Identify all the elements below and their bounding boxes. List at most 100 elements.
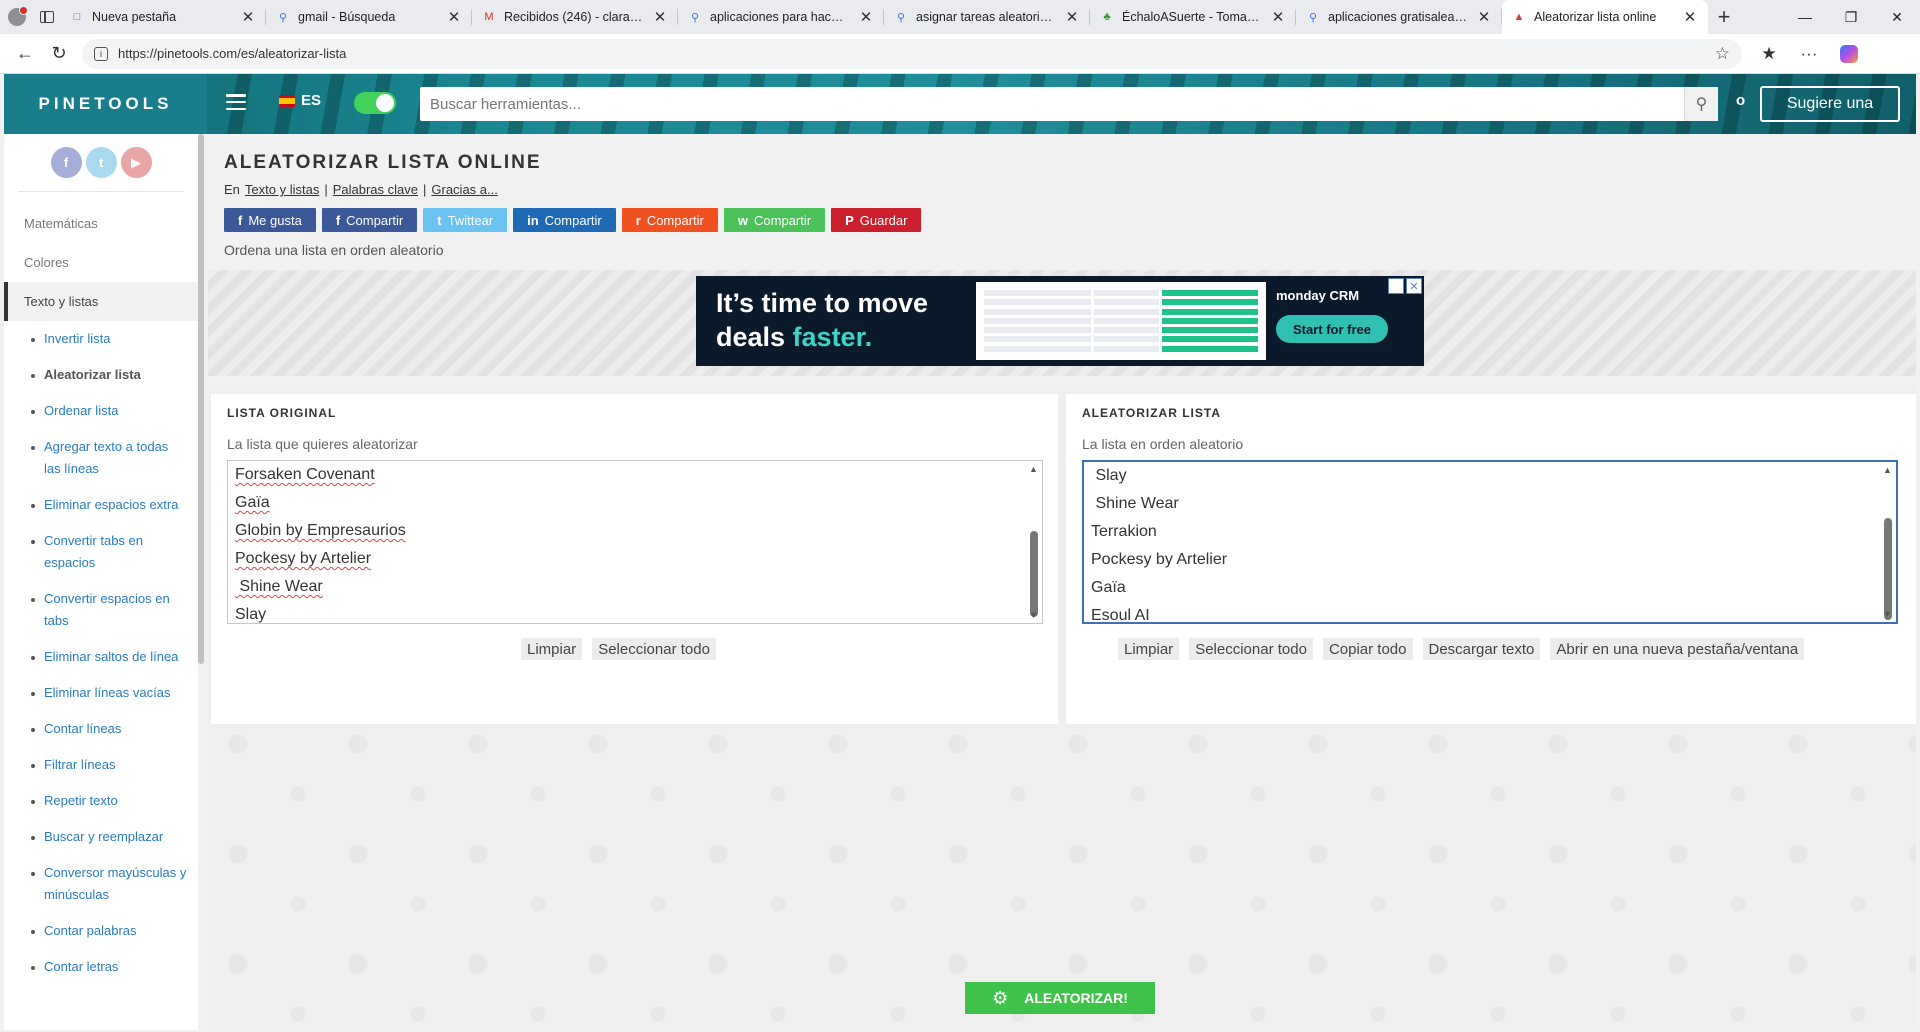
tab-close-icon[interactable]: ✕ <box>858 8 874 26</box>
facebook-icon[interactable]: f <box>50 147 82 178</box>
tab-close-icon[interactable]: ✕ <box>446 8 462 26</box>
search-input[interactable] <box>420 87 1684 121</box>
scroll-up-icon[interactable]: ▲ <box>1029 464 1038 474</box>
breadcrumb-palabras-clave[interactable]: Palabras clave <box>333 182 418 197</box>
original-list-scrollbar[interactable]: ▲ ▼ <box>1026 461 1042 623</box>
language-selector[interactable]: ES <box>279 92 321 109</box>
sidebar-item[interactable]: Eliminar saltos de línea <box>4 639 198 675</box>
panel-button[interactable]: Seleccionar todo <box>592 638 716 660</box>
favorites-icon[interactable]: ★ <box>1752 37 1786 71</box>
new-tab-button[interactable]: + <box>1708 1 1740 33</box>
ad-cta-button[interactable]: Start for free <box>1276 315 1388 343</box>
browser-tab[interactable]: ▲ Aleatorizar lista online ✕ <box>1502 0 1708 34</box>
panel-button[interactable]: Abrir en una nueva pestaña/ventana <box>1550 638 1805 660</box>
tab-close-icon[interactable]: ✕ <box>1476 8 1492 26</box>
sidebar-item[interactable]: Eliminar espacios extra <box>4 487 198 523</box>
sidebar-item[interactable]: Contar líneas <box>4 711 198 747</box>
tab-close-icon[interactable]: ✕ <box>1270 8 1286 26</box>
site-info-icon[interactable]: i <box>94 46 108 61</box>
search-icon[interactable]: ⚲ <box>1684 87 1718 121</box>
sidebar-item[interactable]: Contar letras <box>4 949 198 985</box>
sidebar-item[interactable]: Eliminar líneas vacías <box>4 675 198 711</box>
browser-tab[interactable]: ⚲ aplicaciones gratisaleatori ✕ <box>1296 0 1502 34</box>
browser-tab[interactable]: ⚲ gmail - Búsqueda ✕ <box>266 0 472 34</box>
share-button[interactable]: w Compartir <box>723 208 826 232</box>
copilot-button[interactable] <box>1832 37 1866 71</box>
tab-close-icon[interactable]: ✕ <box>240 8 256 26</box>
share-in-icon: in <box>527 212 539 228</box>
menu-icon[interactable] <box>226 94 246 110</box>
tab-actions-button[interactable] <box>34 4 60 30</box>
scroll-up-icon[interactable]: ▲ <box>1883 465 1892 475</box>
browser-tab[interactable]: □ Nueva pestaña ✕ <box>60 0 266 34</box>
more-menu-icon[interactable]: ··· <box>1792 37 1826 71</box>
sidebar-item[interactable]: Aleatorizar lista <box>4 357 198 393</box>
sidebar-item[interactable]: Conversor mayúsculas y minúsculas <box>4 855 198 913</box>
sidebar-category-matematicas[interactable]: Matemáticas <box>4 204 198 243</box>
sidebar-item[interactable]: Repetir texto <box>4 783 198 819</box>
sidebar-item[interactable]: Filtrar líneas <box>4 747 198 783</box>
sidebar-item[interactable]: Invertir lista <box>4 321 198 357</box>
panel-button[interactable]: Limpiar <box>1118 638 1180 660</box>
browser-tab[interactable]: M Recibidos (246) - claraemp ✕ <box>472 0 678 34</box>
share-label: Me gusta <box>248 212 302 228</box>
breadcrumb-texto-y-listas[interactable]: Texto y listas <box>245 182 319 197</box>
panel-button[interactable]: Descargar texto <box>1422 638 1541 660</box>
sidebar-category-colores[interactable]: Colores <box>4 243 198 282</box>
reload-button[interactable]: ↻ <box>42 37 76 71</box>
browser-tab[interactable]: ⚲ asignar tareas aleatoriame ✕ <box>884 0 1090 34</box>
sidebar-item[interactable]: Convertir tabs en espacios <box>4 523 198 581</box>
share-button[interactable]: r Compartir <box>621 208 718 232</box>
browser-tab[interactable]: ⚲ aplicaciones para hacer so ✕ <box>678 0 884 34</box>
breadcrumb-gracias[interactable]: Gracias a... <box>431 182 497 197</box>
site-logo[interactable]: PINETOOLS <box>4 74 207 134</box>
randomized-list-buttons: Limpiar Seleccionar todo Copiar todo Descar… <box>1118 638 1805 660</box>
scroll-thumb[interactable] <box>1030 531 1038 617</box>
randomized-list-textarea[interactable]: Slay Shine Wear Terrakion Pockesy by Artel… <box>1082 460 1898 624</box>
tab-close-icon[interactable]: ✕ <box>652 8 668 26</box>
tab-title: aplicaciones gratisaleatori <box>1328 10 1468 24</box>
scroll-thumb[interactable] <box>1884 518 1892 620</box>
list-line: Pockesy by Artelier <box>1091 551 1228 568</box>
randomize-button[interactable]: ⚙ ALEATORIZAR! <box>965 982 1155 1014</box>
suggest-button[interactable]: Sugiere una <box>1760 86 1900 122</box>
ad-choices-icon[interactable] <box>1388 278 1404 294</box>
scroll-down-icon[interactable]: ▼ <box>1883 609 1892 619</box>
sidebar-item[interactable]: Agregar texto a todas las líneas <box>4 429 198 487</box>
favorite-star-icon[interactable]: ☆ <box>1715 44 1730 64</box>
original-list-textarea[interactable]: Forsaken Covenant Gaïa Globin by Empresaur… <box>227 460 1043 624</box>
sidebar-item[interactable]: Ordenar lista <box>4 393 198 429</box>
share-button[interactable]: P Guardar <box>831 208 922 232</box>
theme-toggle[interactable] <box>354 92 396 114</box>
twitter-icon[interactable]: t <box>85 147 117 178</box>
scroll-down-icon[interactable]: ▼ <box>1029 610 1038 620</box>
panel-button[interactable]: Copiar todo <box>1322 638 1413 660</box>
sidebar-item[interactable]: Contar palabras <box>4 913 198 949</box>
restore-button[interactable]: ❐ <box>1828 0 1874 34</box>
sidebar-scrollbar[interactable] <box>198 134 204 664</box>
randomized-list-scrollbar[interactable]: ▲ ▼ <box>1880 462 1896 622</box>
url-field[interactable]: i https://pinetools.com/es/aleatorizar-l… <box>82 38 1742 69</box>
sidebar-item[interactable]: Buscar y reemplazar <box>4 819 198 855</box>
share-button[interactable]: in Compartir <box>513 208 616 232</box>
share-buttons: f Me gusta f Compartir t Twittear in Compartir r… <box>224 208 922 232</box>
tab-close-icon[interactable]: ✕ <box>1682 8 1698 26</box>
youtube-icon[interactable]: ▶ <box>120 147 152 178</box>
minimize-button[interactable]: — <box>1782 0 1828 34</box>
panel-button[interactable]: Limpiar <box>521 638 583 660</box>
main-content: ALEATORIZAR LISTA ONLINE En Texto y list… <box>208 134 1916 1030</box>
window-controls: — ❐ ✕ <box>1782 0 1920 34</box>
advertisement[interactable]: It’s time to move deals faster. monday C… <box>696 276 1424 366</box>
share-button[interactable]: f Compartir <box>321 208 418 232</box>
sidebar-item[interactable]: Convertir espacios en tabs <box>4 581 198 639</box>
back-button[interactable]: ← <box>8 37 42 71</box>
panel-button[interactable]: Seleccionar todo <box>1189 638 1313 660</box>
share-button[interactable]: f Me gusta <box>224 208 316 232</box>
ad-close-icon[interactable]: ✕ <box>1406 278 1422 294</box>
profile-button[interactable] <box>0 0 34 34</box>
close-window-button[interactable]: ✕ <box>1874 0 1920 34</box>
share-button[interactable]: t Twittear <box>423 208 508 232</box>
sidebar-category-texto-y-listas[interactable]: Texto y listas <box>4 282 198 321</box>
browser-tab[interactable]: ♣ ÉchaloASuerte - Toma dec ✕ <box>1090 0 1296 34</box>
tab-close-icon[interactable]: ✕ <box>1064 8 1080 26</box>
